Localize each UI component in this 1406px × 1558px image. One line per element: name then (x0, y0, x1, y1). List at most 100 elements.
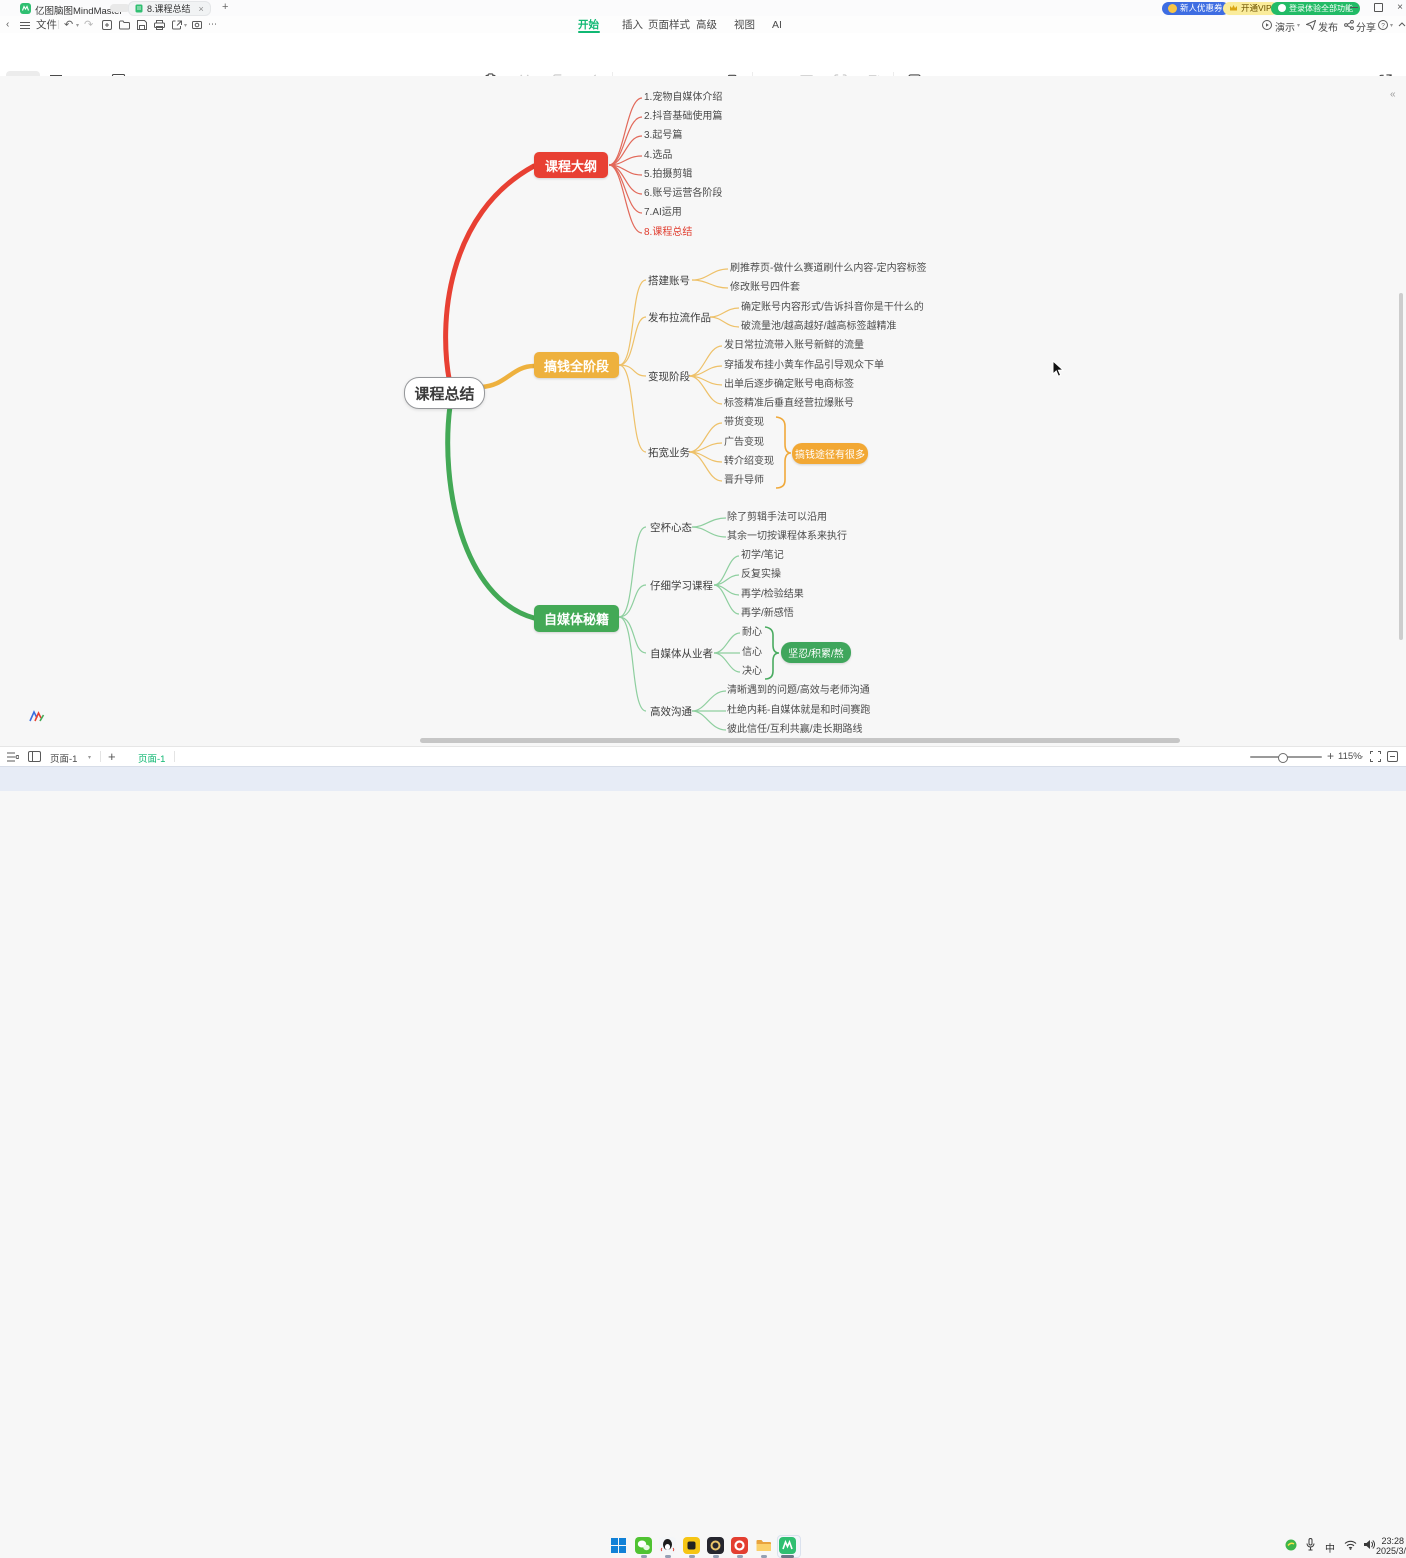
file-menu[interactable]: 文件 (36, 16, 57, 33)
topic-leaf[interactable]: 耐心 (742, 626, 762, 639)
back-icon[interactable]: ‹ (6, 16, 9, 33)
add-page-icon[interactable]: + (108, 749, 116, 764)
branch-money-stages[interactable]: 搞钱全阶段 (534, 352, 619, 378)
new-page-icon[interactable] (102, 20, 112, 30)
tab-advanced[interactable]: 高级 (696, 16, 717, 33)
page-selector[interactable]: 页面-1 (50, 751, 77, 765)
topic-leaf[interactable]: 再学/新感悟 (741, 607, 794, 620)
subtopic[interactable]: 搭建账号 (648, 273, 690, 288)
collapse-panel-icon[interactable]: « (1390, 89, 1396, 100)
share-button[interactable]: 分享 (1356, 19, 1376, 34)
maximize-button[interactable] (1370, 0, 1386, 15)
panel-toggle-icon[interactable] (1387, 751, 1398, 762)
topic-leaf[interactable]: 1.宠物自媒体介绍 (644, 91, 722, 104)
help-icon[interactable]: ? (1378, 20, 1388, 30)
subtopic[interactable]: 拓宽业务 (648, 445, 690, 460)
tab-page-style[interactable]: 页面样式 (648, 16, 690, 33)
tray-clock[interactable]: 23:28 2025/3/9 (1376, 1536, 1404, 1556)
topic-leaf[interactable]: 决心 (742, 665, 762, 678)
qq-icon[interactable] (659, 1537, 676, 1554)
mindmaster-app-icon[interactable] (779, 1537, 796, 1554)
zoom-slider-knob[interactable] (1278, 753, 1288, 763)
redo-icon[interactable]: ↷ (84, 16, 93, 33)
topic-leaf[interactable]: 其余一切按课程体系来执行 (727, 530, 847, 543)
file-explorer-icon[interactable] (755, 1537, 772, 1554)
topic-leaf[interactable]: 破流量池/越高越好/越高标签越精准 (741, 320, 897, 333)
topic-leaf[interactable]: 2.抖音基础使用篇 (644, 110, 722, 123)
red-app-icon[interactable] (731, 1537, 748, 1554)
open-icon[interactable] (119, 20, 130, 30)
page-list-icon[interactable] (7, 752, 19, 762)
close-tab-icon[interactable]: × (199, 4, 204, 14)
subtopic[interactable]: 变现阶段 (648, 369, 690, 384)
subtopic[interactable]: 自媒体从业者 (650, 646, 713, 661)
demo-caret-icon[interactable]: ▾ (1297, 22, 1300, 29)
wifi-icon[interactable] (1344, 1540, 1357, 1550)
more-tools-icon[interactable]: ⋯ (208, 16, 217, 33)
topic-leaf[interactable]: 6.账号运营各阶段 (644, 187, 722, 200)
close-button[interactable]: × (1392, 0, 1406, 15)
tab-ai[interactable]: AI (772, 16, 782, 33)
branch-media-secrets[interactable]: 自媒体秘籍 (534, 605, 619, 632)
zoom-in-icon[interactable]: + (1327, 749, 1334, 763)
branch-course-outline[interactable]: 课程大纲 (534, 152, 608, 178)
minimize-button[interactable] (1346, 0, 1362, 15)
page-panel-icon[interactable] (28, 751, 41, 762)
mindmap-canvas[interactable]: 课程总结 课程大纲 搞钱全阶段 自媒体秘籍 1.宠物自媒体介绍 2.抖音基础使用… (0, 76, 1406, 746)
topic-leaf[interactable]: 确定账号内容形式/告诉抖音你是干什么的 (741, 301, 924, 314)
promo-coupon-button[interactable]: 新人优惠券 (1162, 2, 1229, 15)
topic-leaf-highlighted[interactable]: 8.课程总结 (644, 226, 692, 239)
topic-leaf[interactable]: 晋升导师 (724, 474, 764, 487)
topic-leaf[interactable]: 清晰遇到的问题/高效与老师沟通 (727, 684, 870, 697)
topic-leaf[interactable]: 信心 (742, 646, 762, 659)
wechat-icon[interactable] (635, 1537, 652, 1554)
print-icon[interactable] (154, 20, 165, 30)
vertical-scrollbar[interactable] (1399, 293, 1403, 640)
workspace-badge[interactable] (110, 4, 130, 12)
document-tab[interactable]: 8.课程总结 × (128, 1, 211, 16)
microphone-icon[interactable] (1306, 1538, 1315, 1551)
horizontal-scrollbar[interactable] (420, 738, 1180, 743)
collapse-ribbon-icon[interactable] (1398, 22, 1406, 27)
fit-screen-icon[interactable] (1370, 751, 1381, 762)
topic-leaf[interactable]: 反复实操 (741, 568, 781, 581)
undo-caret-icon[interactable]: ▾ (76, 22, 79, 29)
zoom-level[interactable]: 115% (1338, 751, 1362, 762)
topic-leaf[interactable]: 3.起号篇 (644, 129, 682, 142)
topic-leaf[interactable]: 7.AI运用 (644, 206, 682, 219)
help-caret-icon[interactable]: ▾ (1390, 22, 1393, 29)
topic-leaf[interactable]: 5.拍摄剪辑 (644, 168, 692, 181)
snapshot-icon[interactable] (192, 20, 202, 30)
topic-leaf[interactable]: 转介绍变现 (724, 455, 774, 468)
page-selector-caret-icon[interactable]: ▾ (88, 754, 91, 761)
topic-leaf[interactable]: 修改账号四件套 (730, 281, 800, 294)
summary-node-money[interactable]: 搞钱途径有很多 (792, 443, 868, 464)
topic-leaf[interactable]: 带货变现 (724, 416, 764, 429)
save-icon[interactable] (137, 20, 147, 30)
new-tab-icon[interactable]: + (222, 1, 228, 13)
topic-leaf[interactable]: 再学/检验结果 (741, 588, 804, 601)
topic-leaf[interactable]: 出单后逐步确定账号电商标签 (724, 378, 854, 391)
subtopic[interactable]: 仔细学习课程 (650, 578, 713, 593)
topic-leaf[interactable]: 初学/笔记 (741, 549, 784, 562)
subtopic[interactable]: 高效沟通 (650, 704, 692, 719)
publish-icon[interactable] (1306, 20, 1316, 30)
speaker-icon[interactable] (1363, 1539, 1375, 1550)
summary-node-persist[interactable]: 坚忍/积累/熬 (781, 642, 851, 663)
publish-button[interactable]: 发布 (1318, 19, 1338, 34)
topic-leaf[interactable]: 标签精准后垂直经营拉爆账号 (724, 397, 854, 410)
zoom-caret-icon[interactable]: ▾ (1360, 754, 1363, 761)
share-doc-icon[interactable] (172, 20, 182, 30)
tab-view[interactable]: 视图 (734, 16, 755, 33)
dark-app-icon[interactable] (707, 1537, 724, 1554)
play-icon[interactable] (1262, 20, 1272, 30)
topic-leaf[interactable]: 发日常拉流带入账号新鲜的流量 (724, 339, 864, 352)
demo-button[interactable]: 演示 (1275, 19, 1295, 34)
topic-leaf[interactable]: 除了剪辑手法可以沿用 (727, 511, 827, 524)
subtopic[interactable]: 空杯心态 (650, 520, 692, 535)
topic-leaf[interactable]: 刷推荐页-做什么赛道刷什么内容-定内容标签 (730, 262, 927, 275)
tray-app-icon[interactable] (1285, 1539, 1297, 1551)
yellow-app-icon[interactable] (683, 1537, 700, 1554)
topic-leaf[interactable]: 广告变现 (724, 436, 764, 449)
topic-leaf[interactable]: 彼此信任/互利共赢/走长期路线 (727, 723, 863, 736)
